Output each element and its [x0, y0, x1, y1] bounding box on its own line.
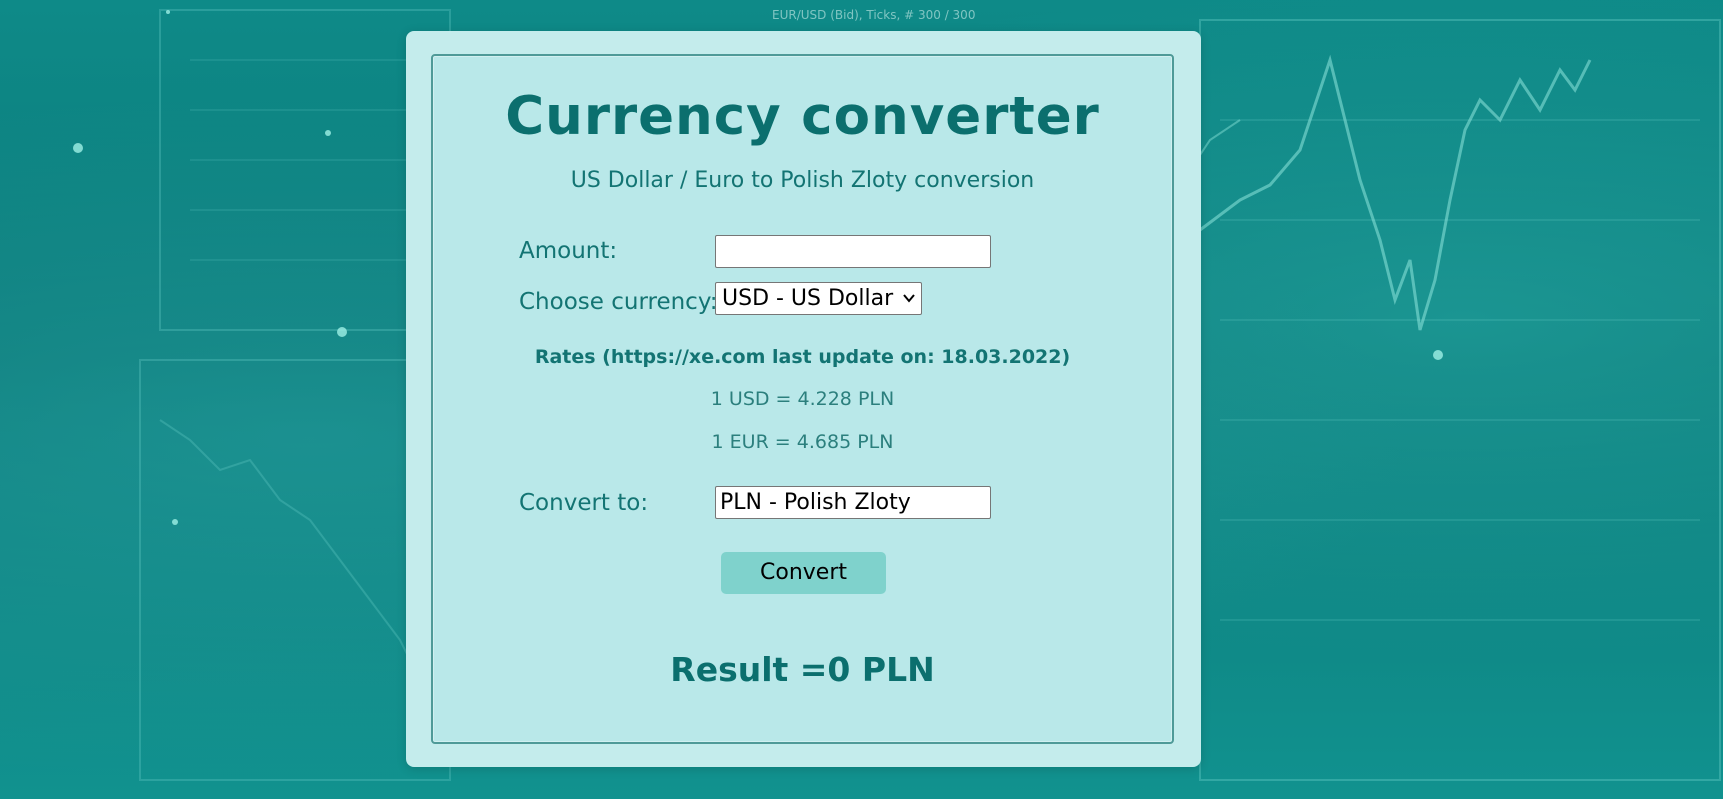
- convert-button[interactable]: Convert: [721, 552, 886, 594]
- amount-label: Amount:: [519, 238, 618, 264]
- rate-usd: 1 USD = 4.228 PLN: [710, 388, 895, 410]
- currency-select-value: USD - US Dollar: [722, 286, 894, 311]
- currency-label: Choose currency:: [519, 289, 718, 315]
- converter-form: Currency converter US Dollar / Euro to P…: [431, 54, 1174, 744]
- chevron-down-icon: [903, 294, 915, 303]
- page-title: Currency converter: [505, 86, 1100, 147]
- rates-heading: Rates (https://xe.com last update on: 18…: [534, 346, 1071, 368]
- currency-select[interactable]: USD - US Dollar: [715, 282, 922, 315]
- convert-to-field[interactable]: [715, 486, 991, 519]
- result-text: Result =0 PLN: [670, 650, 935, 689]
- amount-input[interactable]: [715, 235, 991, 268]
- convert-to-label: Convert to:: [519, 490, 649, 516]
- rate-eur: 1 EUR = 4.685 PLN: [711, 431, 894, 453]
- converter-card: Currency converter US Dollar / Euro to P…: [406, 31, 1201, 767]
- page-subtitle: US Dollar / Euro to Polish Zloty convers…: [570, 168, 1035, 193]
- background-chart-caption: EUR/USD (Bid), Ticks, # 300 / 300: [772, 8, 976, 22]
